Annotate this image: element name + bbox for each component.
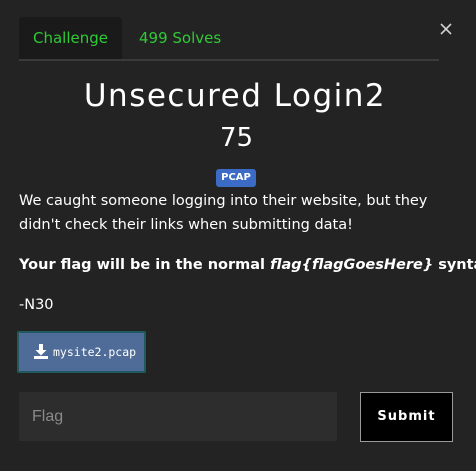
flag-input[interactable]	[19, 392, 337, 441]
flag-format-note: Your flag will be in the normal flag{fla…	[19, 253, 476, 277]
flag-format-prefix: Your flag will be in the normal	[19, 257, 271, 273]
tab-challenge[interactable]: Challenge	[19, 17, 122, 59]
close-icon[interactable]	[437, 20, 455, 38]
challenge-title: Unsecured Login2	[83, 78, 387, 114]
flag-format-syntax: flag{flagGoesHere}	[270, 257, 434, 273]
tab-bar: Challenge 499 Solves	[19, 17, 439, 61]
download-icon	[34, 344, 48, 359]
author-signature: -N30	[19, 297, 54, 313]
challenge-description: We caught someone logging into their web…	[19, 193, 428, 233]
submit-button[interactable]: Submit	[360, 392, 453, 442]
download-file-button[interactable]: mysite2.pcap	[17, 331, 146, 373]
file-name: mysite2.pcap	[53, 345, 137, 359]
category-badge: PCAP	[216, 169, 256, 187]
tab-solves[interactable]: 499 Solves	[139, 17, 221, 59]
flag-format-suffix: syntax.	[438, 257, 476, 273]
challenge-points: 75	[219, 123, 254, 153]
